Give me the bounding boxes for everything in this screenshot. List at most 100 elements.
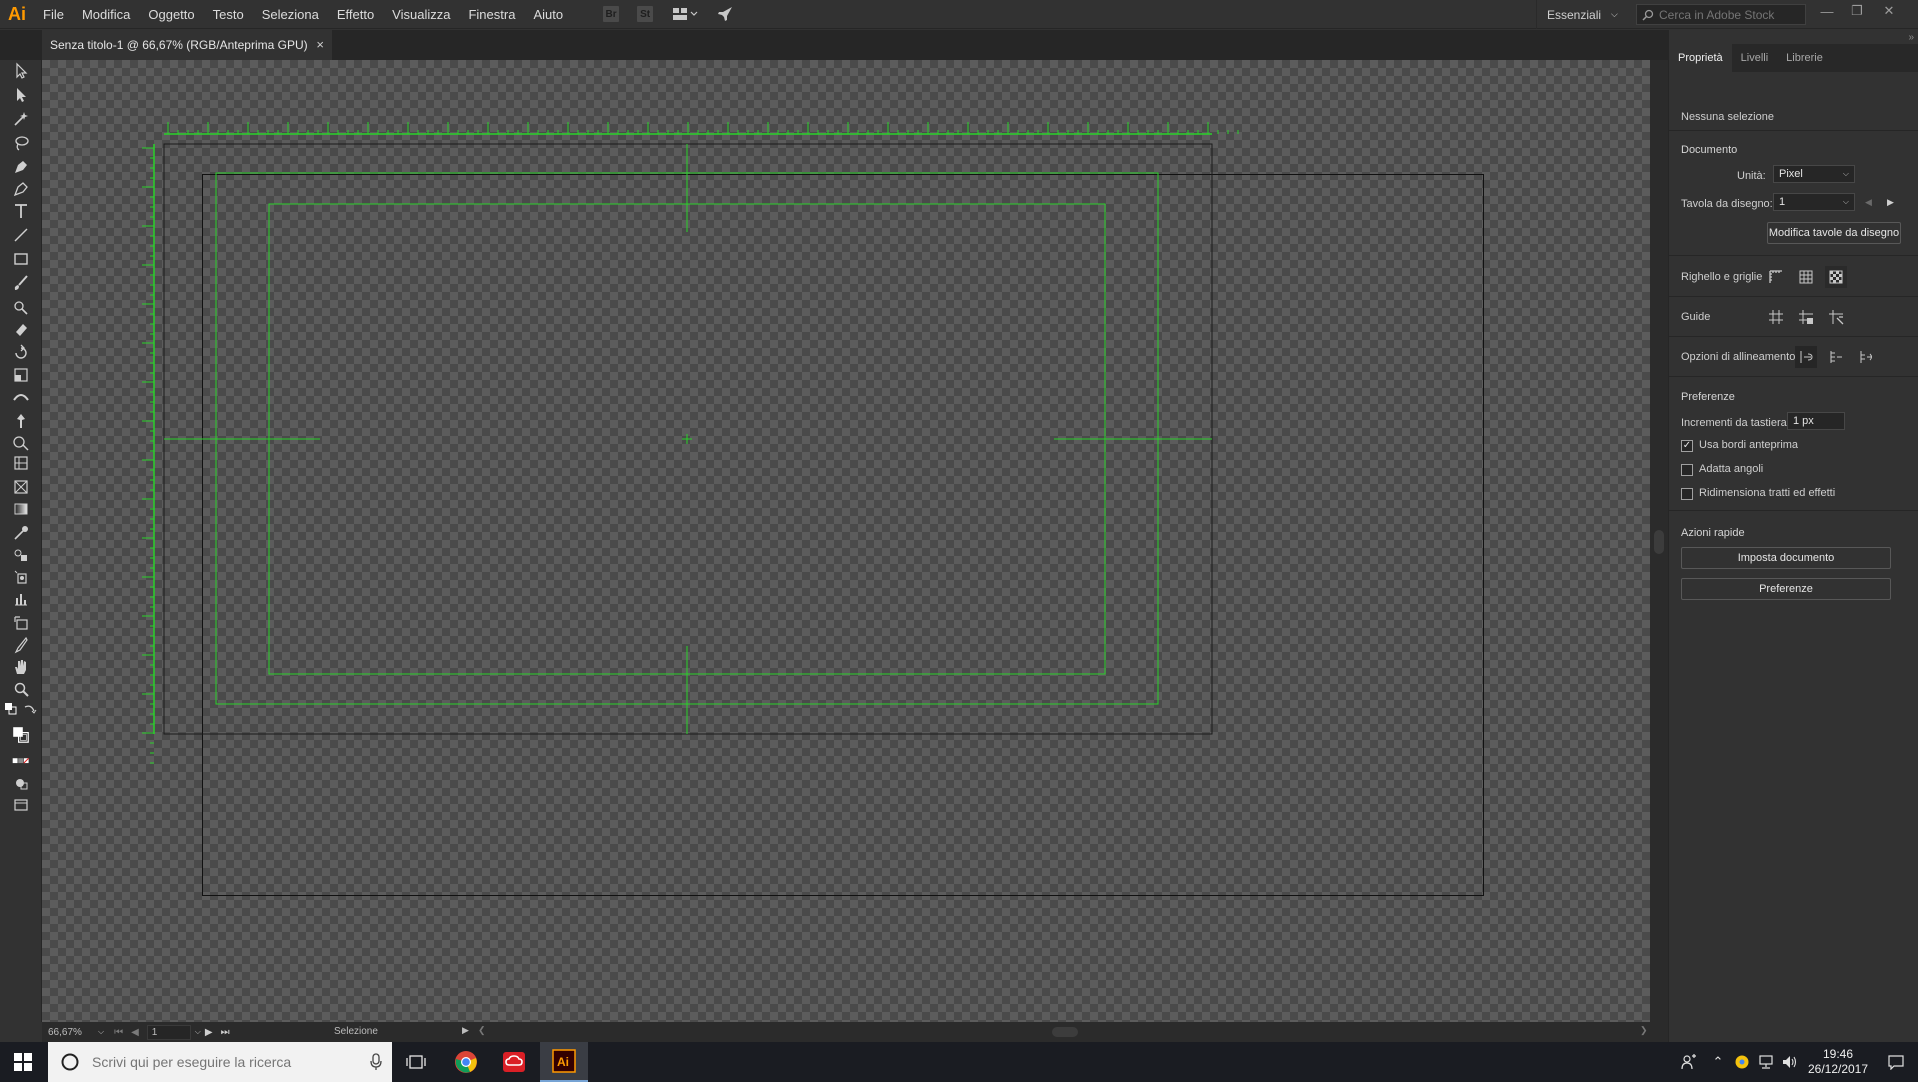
toggle-transparency-grid-button[interactable] [1825, 266, 1847, 288]
paintbrush-tool[interactable] [8, 272, 34, 294]
document-tab[interactable]: Senza titolo-1 @ 66,67% (RGB/Anteprima G… [42, 30, 332, 60]
horizontal-scroll-thumb[interactable] [1052, 1027, 1078, 1037]
symbol-sprayer-tool[interactable] [8, 566, 34, 588]
menu-oggetto[interactable]: Oggetto [139, 0, 203, 29]
show-hidden-icons-button[interactable]: ⌃ [1706, 1042, 1730, 1082]
status-menu-arrow-icon[interactable]: ▶ [462, 1025, 469, 1036]
shaper-tool[interactable] [8, 296, 34, 318]
document-setup-button[interactable]: Imposta documento [1681, 547, 1891, 569]
puppet-warp-tool[interactable] [8, 410, 34, 432]
vertical-scrollbar[interactable] [1650, 60, 1668, 1022]
tab-proprieta[interactable]: Proprietà [1669, 44, 1732, 72]
line-segment-tool[interactable] [8, 224, 34, 246]
eraser-tool[interactable] [8, 318, 34, 340]
stock-button[interactable]: St [634, 3, 656, 25]
screen-mode-button[interactable] [8, 794, 34, 816]
artboard-tool[interactable] [8, 612, 34, 634]
artboard-number-field[interactable]: 1 [146, 1024, 191, 1040]
start-button[interactable] [0, 1042, 46, 1082]
artboard-select[interactable]: 1 ⌵ [1773, 193, 1855, 211]
previous-artboard-icon[interactable]: ◀ [131, 1027, 139, 1038]
lock-guides-button[interactable] [1795, 306, 1817, 328]
first-artboard-icon[interactable]: ⏮ [114, 1027, 123, 1038]
volume-button[interactable] [1778, 1042, 1802, 1082]
vertical-scroll-thumb[interactable] [1654, 530, 1664, 554]
chrome-taskbar-button[interactable] [442, 1042, 490, 1082]
scale-corners-checkbox[interactable] [1681, 464, 1693, 476]
hand-tool[interactable] [8, 656, 34, 678]
edit-artboards-button[interactable]: Modifica tavole da disegno [1767, 222, 1901, 244]
shape-builder-tool[interactable] [8, 432, 34, 454]
toggle-rulers-button[interactable] [1765, 266, 1787, 288]
workspace-switcher[interactable]: Essenziali ⌵ [1536, 0, 1618, 29]
windows-search-input[interactable] [92, 1054, 362, 1070]
snap-to-pixel-button[interactable] [1825, 346, 1847, 368]
previous-artboard-icon[interactable]: ◀ [1865, 197, 1872, 208]
perspective-grid-tool[interactable] [8, 452, 34, 474]
lasso-tool[interactable] [8, 132, 34, 154]
column-graph-tool[interactable] [8, 588, 34, 610]
close-tab-icon[interactable]: × [316, 37, 324, 52]
menu-file[interactable]: File [34, 0, 73, 29]
show-guides-button[interactable] [1765, 306, 1787, 328]
chrome-tray-button[interactable] [1730, 1042, 1754, 1082]
curvature-tool[interactable] [8, 178, 34, 200]
next-artboard-icon[interactable]: ▶ [1887, 197, 1894, 208]
blend-tool[interactable] [8, 544, 34, 566]
menu-aiuto[interactable]: Aiuto [524, 0, 572, 29]
zoom-dropdown-icon[interactable]: ⌵ [98, 1027, 104, 1037]
bridge-button[interactable]: Br [600, 3, 622, 25]
toggle-grid-button[interactable] [1795, 266, 1817, 288]
collapse-panel-icon[interactable]: » [1908, 32, 1914, 43]
mesh-tool[interactable] [8, 476, 34, 498]
scale-strokes-effects-checkbox[interactable] [1681, 488, 1693, 500]
menu-effetto[interactable]: Effetto [328, 0, 383, 29]
windows-search-box[interactable] [48, 1042, 392, 1082]
swap-fill-stroke-button[interactable] [20, 702, 40, 718]
direct-selection-tool[interactable] [8, 84, 34, 106]
color-mode-buttons[interactable] [8, 754, 34, 768]
snap-to-point-button[interactable] [1795, 346, 1817, 368]
pen-tool[interactable] [8, 156, 34, 178]
network-button[interactable] [1754, 1042, 1778, 1082]
scroll-left-icon[interactable]: ❮ [478, 1025, 486, 1036]
canvas[interactable] [42, 60, 1650, 1022]
width-tool[interactable] [8, 386, 34, 408]
slice-tool[interactable] [8, 634, 34, 656]
microphone-icon[interactable] [370, 1053, 382, 1071]
restore-button[interactable]: ❐ [1842, 0, 1872, 22]
gradient-tool[interactable] [8, 498, 34, 520]
action-center-button[interactable] [1874, 1042, 1918, 1082]
system-clock[interactable]: 19:46 26/12/2017 [1802, 1047, 1874, 1077]
magic-wand-tool[interactable] [8, 108, 34, 130]
draw-mode-button[interactable] [8, 772, 34, 794]
creative-cloud-taskbar-button[interactable] [490, 1042, 538, 1082]
menu-modifica[interactable]: Modifica [73, 0, 139, 29]
stock-search-field[interactable] [1636, 4, 1806, 25]
fill-stroke-swatches[interactable] [6, 720, 36, 750]
stock-search-input[interactable] [1659, 7, 1799, 22]
rotate-tool[interactable] [8, 342, 34, 364]
eyedropper-tool[interactable] [8, 522, 34, 544]
default-fill-stroke-button[interactable] [2, 702, 22, 718]
gpu-performance-button[interactable] [714, 3, 736, 25]
type-tool[interactable] [8, 200, 34, 222]
smart-guides-button[interactable] [1825, 306, 1847, 328]
tab-librerie[interactable]: Librerie [1777, 44, 1832, 72]
use-preview-bounds-checkbox[interactable]: ✓ [1681, 440, 1693, 452]
menu-seleziona[interactable]: Seleziona [253, 0, 328, 29]
zoom-level-field[interactable]: 66,67% [42, 1027, 98, 1038]
artboard-dropdown-icon[interactable]: ⌵ [195, 1027, 201, 1037]
tab-livelli[interactable]: Livelli [1732, 44, 1778, 72]
arrange-documents-button[interactable] [668, 3, 702, 25]
snap-to-grid-button[interactable] [1855, 346, 1877, 368]
last-artboard-icon[interactable]: ⏭ [221, 1027, 230, 1038]
status-text[interactable]: Selezione [334, 1026, 378, 1037]
next-artboard-icon[interactable]: ▶ [205, 1027, 213, 1038]
keyboard-increment-field[interactable]: 1 px [1787, 412, 1845, 430]
scroll-right-icon[interactable]: ❯ [1640, 1025, 1648, 1036]
preferences-button[interactable]: Preferenze [1681, 578, 1891, 600]
rectangle-tool[interactable] [8, 248, 34, 270]
menu-visualizza[interactable]: Visualizza [383, 0, 459, 29]
task-view-button[interactable] [392, 1042, 440, 1082]
